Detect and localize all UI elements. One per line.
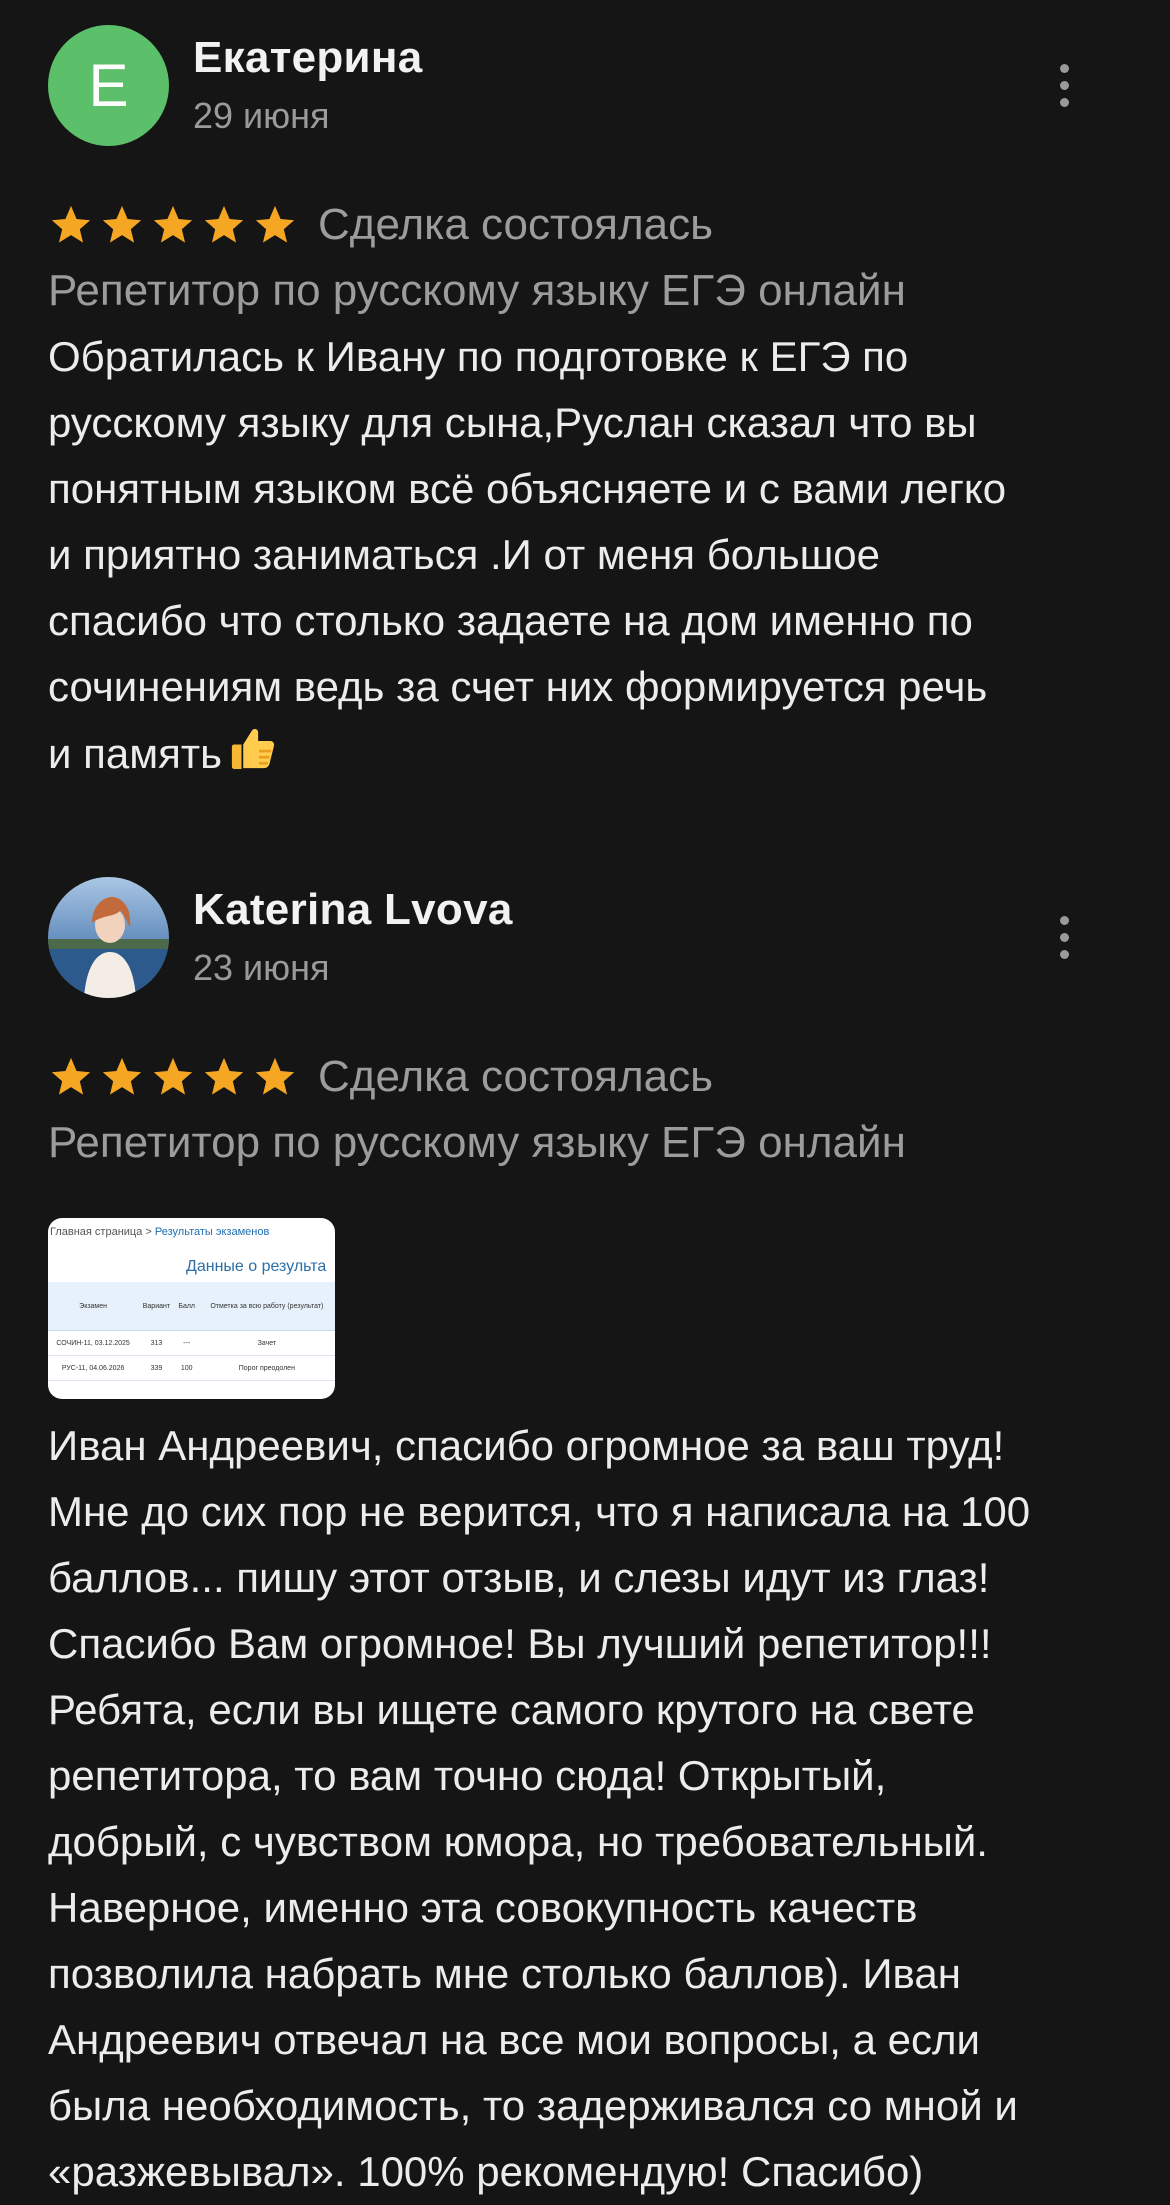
avatar-letter: Е	[88, 52, 129, 119]
table-row: РУС-11, 04.06.2026 339 100 Порог преодол…	[48, 1355, 335, 1381]
more-options-button[interactable]	[1044, 907, 1084, 967]
star-icon	[153, 1057, 193, 1095]
more-vertical-icon	[1059, 63, 1069, 73]
star-rating	[48, 1054, 298, 1100]
attachment-title: Данные о результа	[186, 1258, 327, 1275]
attachment-table: Экзамен Вариант Балл Отметка за всю рабо…	[48, 1282, 335, 1381]
review-card: Katerina Lvova 23 июня Сделка состоялась…	[0, 877, 1170, 2205]
review-text-body: Обратилась к Ивану по подготовке к ЕГЭ п…	[48, 333, 1007, 777]
avatar-photo	[48, 897, 169, 998]
more-vertical-icon	[1059, 915, 1069, 925]
star-icon	[102, 1057, 142, 1095]
star-icon	[255, 205, 295, 243]
star-icon	[51, 205, 91, 243]
star-icon	[204, 1057, 244, 1095]
star-rating	[48, 202, 298, 248]
review-date: 29 июня	[193, 95, 330, 136]
more-options-button[interactable]	[1044, 55, 1084, 115]
review-header: Katerina Lvova 23 июня	[48, 877, 1122, 999]
thumbs-up-icon	[231, 728, 275, 769]
star-icon	[51, 1057, 91, 1095]
rating-row: Сделка состоялась	[48, 192, 1122, 258]
attachment-breadcrumb: Главная страница > Результаты экзаменов	[50, 1226, 270, 1238]
avatar[interactable]	[48, 877, 169, 998]
author-name[interactable]: Katerina Lvova	[193, 885, 513, 935]
service-name: Репетитор по русскому языку ЕГЭ онлайн	[48, 1118, 906, 1167]
review-text: Иван Андреевич, спасибо огромное за ваш …	[48, 1422, 1031, 2195]
star-icon	[102, 205, 142, 243]
avatar[interactable]: Е	[48, 25, 169, 146]
star-icon	[255, 1057, 295, 1095]
attachment-thumbnail[interactable]: Главная страница > Результаты экзаменов …	[48, 1218, 335, 1399]
author-name[interactable]: Екатерина	[193, 33, 423, 83]
review-text: Обратилась к Ивану по подготовке к ЕГЭ п…	[48, 324, 1122, 787]
table-header-row: Экзамен Вариант Балл Отметка за всю рабо…	[48, 1282, 335, 1331]
service-name: Репетитор по русскому языку ЕГЭ онлайн	[48, 266, 906, 315]
deal-status: Сделка состоялась	[318, 200, 714, 249]
star-icon	[153, 205, 193, 243]
review-date: 23 июня	[193, 947, 330, 988]
deal-status: Сделка состоялась	[318, 1052, 714, 1101]
star-icon	[204, 205, 244, 243]
table-row: СОЧИН-11, 03.12.2025 313 --- Зачет	[48, 1330, 335, 1356]
rating-row: Сделка состоялась	[48, 1044, 1122, 1110]
review-card: Е Екатерина 29 июня Сделка состоялась Ре…	[0, 0, 1170, 787]
review-header: Е Екатерина 29 июня	[48, 25, 1122, 147]
